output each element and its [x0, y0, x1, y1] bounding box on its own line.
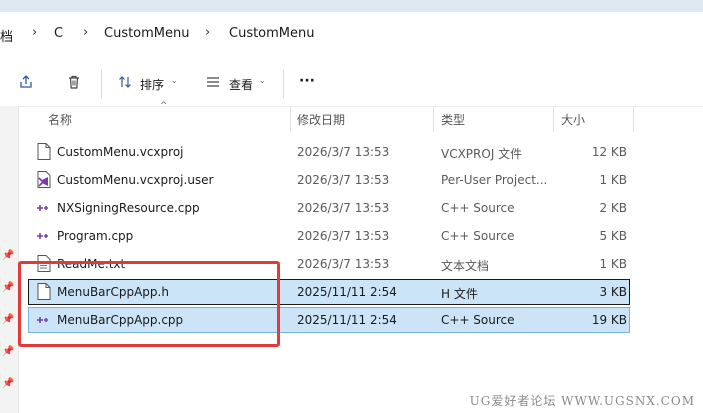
pin-icon: 📌: [2, 346, 15, 357]
file-size: 1 KB: [599, 173, 627, 187]
pin-icon: 📌: [2, 282, 15, 293]
share-icon[interactable]: [16, 72, 36, 92]
column-header-date[interactable]: 修改日期: [297, 111, 345, 128]
file-name: CustomMenu.vcxproj: [57, 145, 184, 159]
file-size: 2 KB: [599, 201, 627, 215]
cpp-icon: [37, 205, 48, 211]
column-header-type[interactable]: 类型: [441, 111, 465, 128]
file-type: C++ Source: [441, 313, 515, 327]
visual-studio-user-icon: [37, 171, 51, 188]
file-date: 2026/3/7 13:53: [297, 145, 390, 159]
watermark: UG爱好者论坛 WWW.UGSNX.COM: [469, 394, 695, 408]
file-row[interactable]: Program.cpp 2026/3/7 13:53 C++ Source 5 …: [28, 223, 630, 249]
file-type: Per-User Project...: [441, 173, 548, 187]
breadcrumb-item-documents[interactable]: 档: [0, 26, 13, 45]
view-icon[interactable]: [203, 72, 223, 92]
toolbar-divider: [101, 70, 102, 98]
file-type: H 文件: [441, 287, 478, 301]
navigation-pane[interactable]: 📌 📌 📌 📌 📌: [0, 106, 19, 413]
highlight-annotation-box: [18, 261, 280, 347]
file-size: 12 KB: [591, 145, 627, 159]
file-size: 5 KB: [599, 229, 627, 243]
chevron-down-icon: ⌄: [171, 76, 178, 85]
file-size: 19 KB: [591, 313, 627, 327]
file-type: C++ Source: [441, 229, 515, 243]
file-row[interactable]: CustomMenu.vcxproj 2026/3/7 13:53 VCXPRO…: [28, 139, 630, 165]
file-name: Program.cpp: [57, 229, 134, 243]
pin-icon: 📌: [2, 314, 15, 325]
file-date: 2025/11/11 2:54: [297, 285, 397, 299]
sort-button[interactable]: 排序: [140, 76, 164, 93]
column-divider[interactable]: [633, 106, 634, 132]
delete-icon[interactable]: [64, 72, 84, 92]
column-divider[interactable]: [433, 106, 434, 132]
view-button[interactable]: 查看: [229, 76, 253, 93]
command-bar: [0, 60, 703, 107]
file-size: 3 KB: [599, 285, 627, 299]
file-date: 2026/3/7 13:53: [297, 229, 390, 243]
file-size: 1 KB: [599, 257, 627, 271]
file-date: 2026/3/7 13:53: [297, 201, 390, 215]
breadcrumb-item-custommenu-current[interactable]: CustomMenu: [229, 26, 315, 41]
file-name: CustomMenu.vcxproj.user: [57, 173, 214, 187]
column-header-name[interactable]: 名称: [48, 111, 72, 128]
chevron-right-icon: ›: [83, 25, 89, 40]
sort-icon[interactable]: [115, 72, 135, 92]
document-icon: [37, 143, 51, 160]
pin-icon: 📌: [2, 250, 15, 261]
title-strip: [0, 0, 703, 12]
sort-ascending-icon: ^: [160, 101, 168, 111]
chevron-right-icon: ›: [32, 25, 38, 40]
file-row[interactable]: NXSigningResource.cpp 2026/3/7 13:53 C++…: [28, 195, 630, 221]
column-header-size[interactable]: 大小: [561, 111, 585, 128]
file-row[interactable]: CustomMenu.vcxproj.user 2026/3/7 13:53 P…: [28, 167, 630, 193]
file-type: C++ Source: [441, 201, 515, 215]
breadcrumb-item-custommenu[interactable]: CustomMenu: [104, 26, 190, 41]
file-date: 2026/3/7 13:53: [297, 173, 390, 187]
file-type: VCXPROJ 文件: [441, 147, 523, 161]
more-options-button[interactable]: ···: [299, 73, 315, 89]
chevron-down-icon: ⌄: [259, 76, 266, 85]
pin-icon: 📌: [2, 378, 15, 389]
file-date: 2026/3/7 13:53: [297, 257, 390, 271]
file-date: 2025/11/11 2:54: [297, 313, 397, 327]
column-divider[interactable]: [290, 106, 291, 132]
column-divider[interactable]: [553, 106, 554, 132]
file-name: NXSigningResource.cpp: [57, 201, 200, 215]
breadcrumb-item-c[interactable]: C: [54, 26, 63, 41]
cpp-icon: [37, 233, 48, 239]
chevron-right-icon: ›: [205, 25, 211, 40]
file-type: 文本文档: [441, 259, 490, 273]
toolbar-divider: [283, 70, 284, 98]
